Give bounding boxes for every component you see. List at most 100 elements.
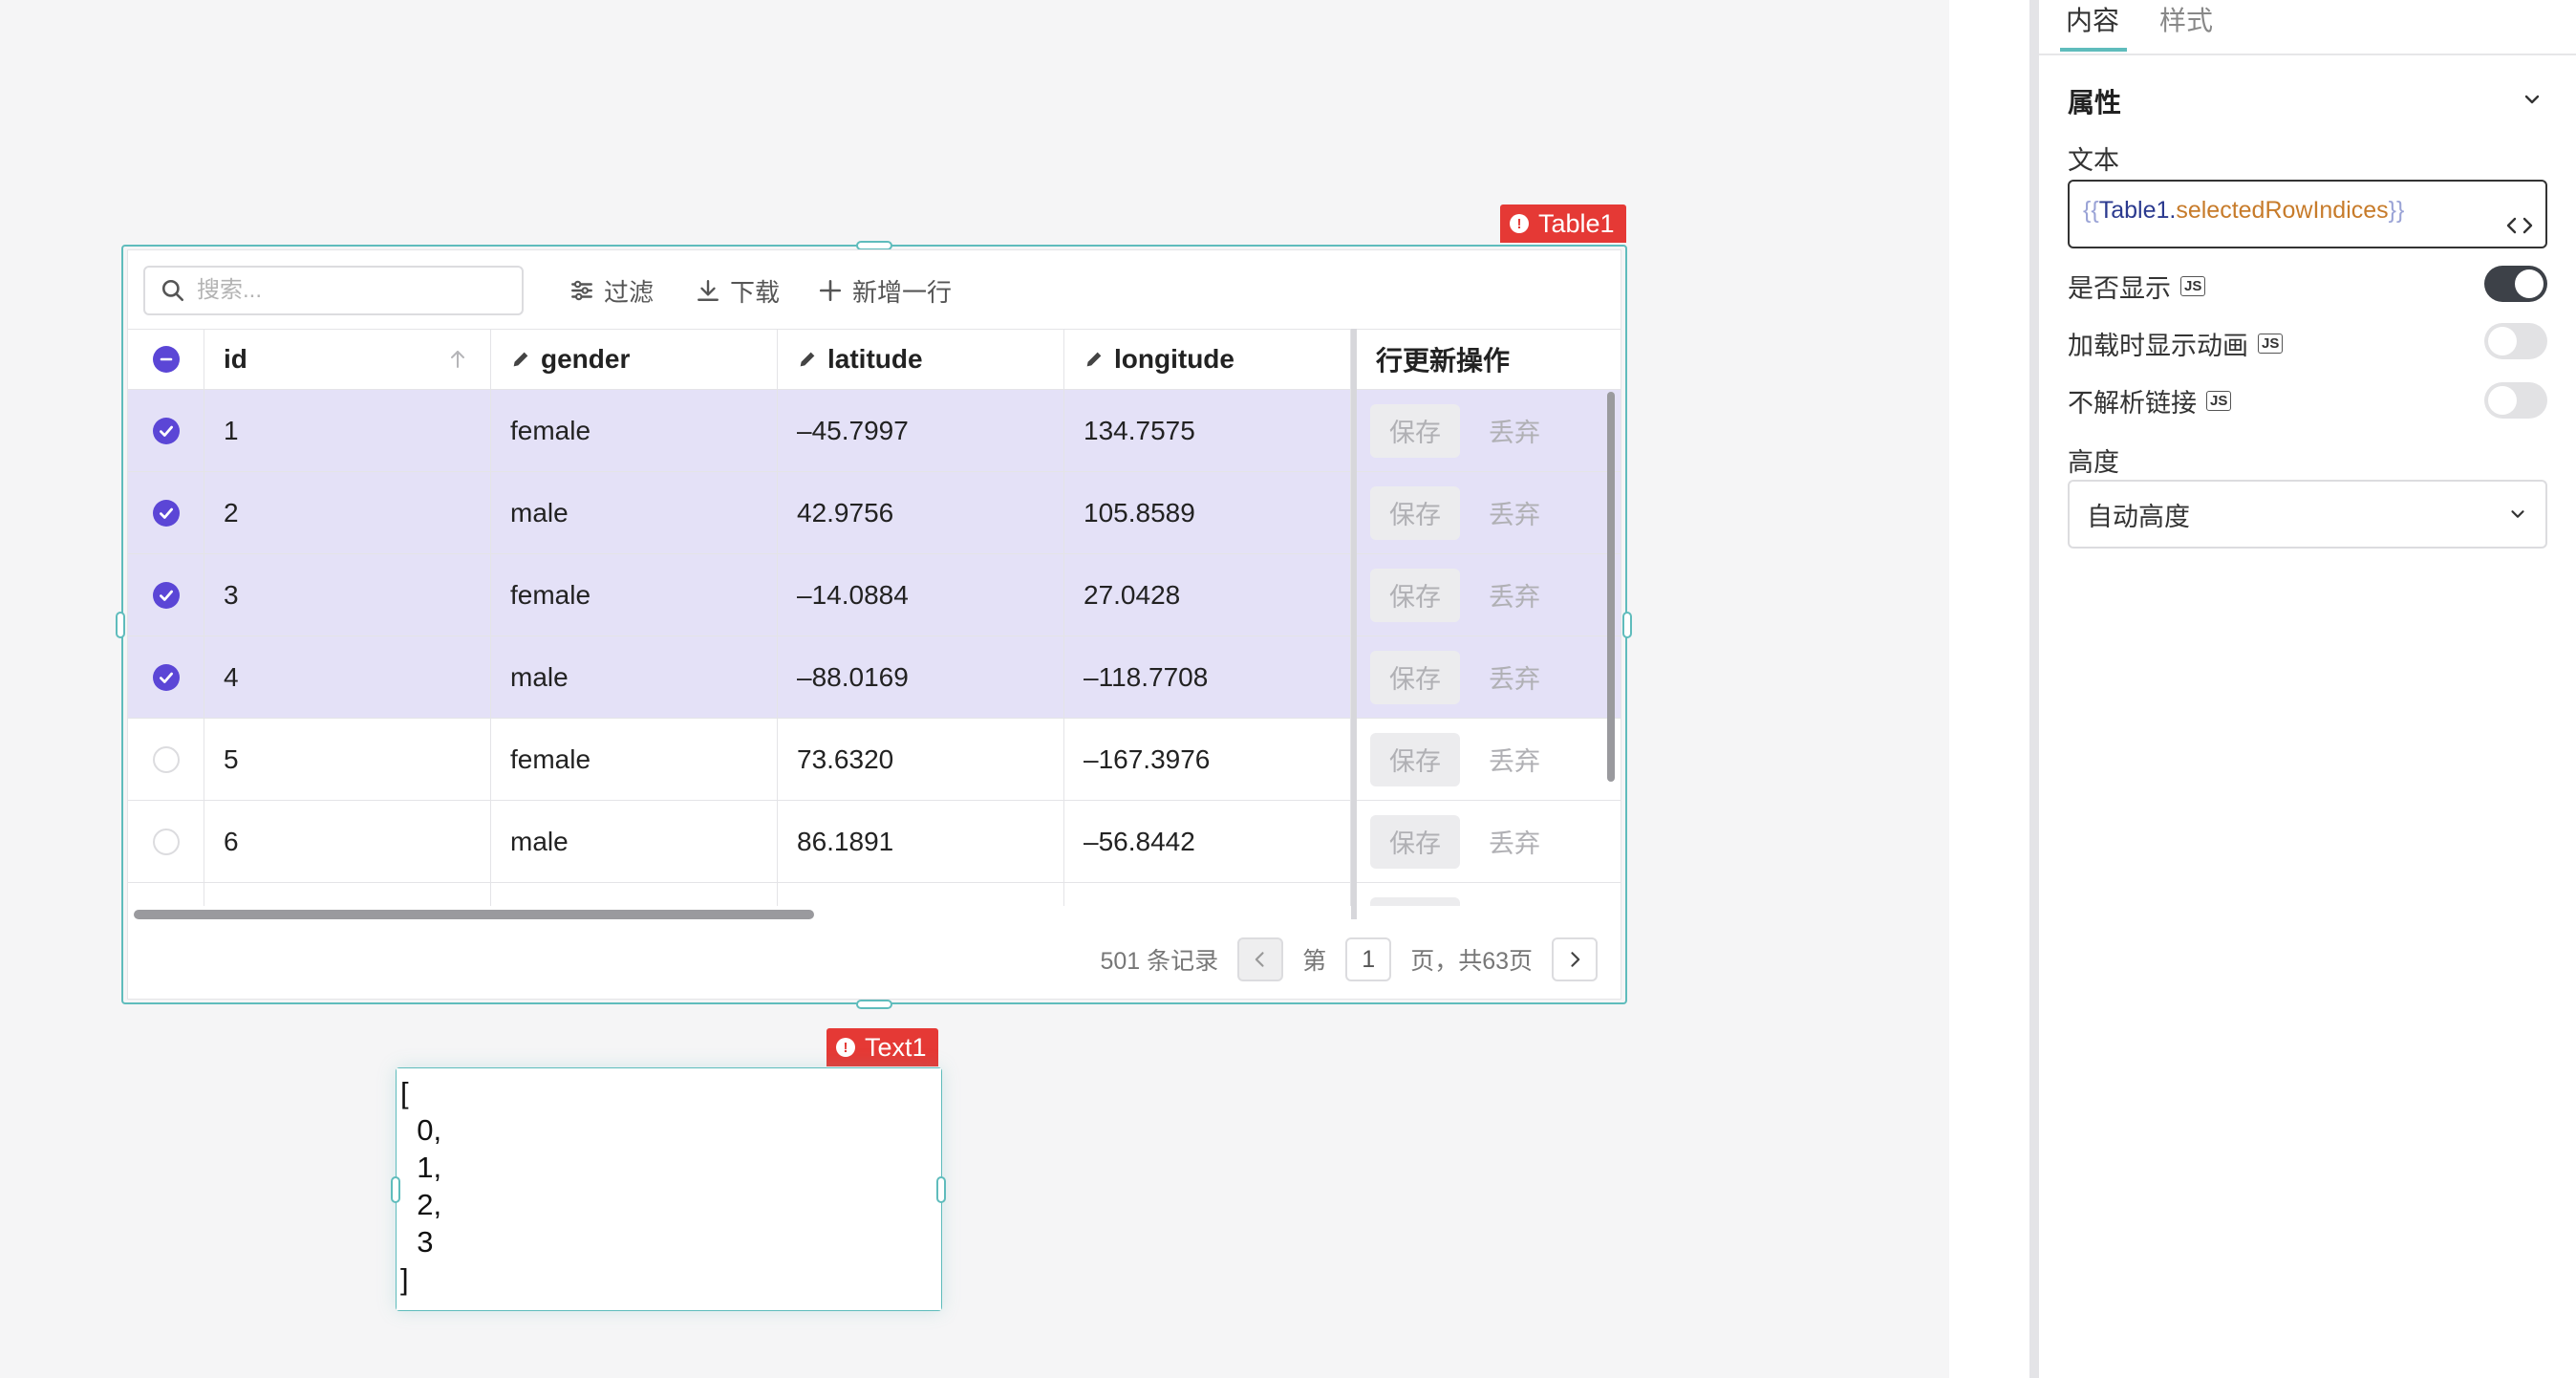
- column-header-latitude[interactable]: latitude: [778, 330, 1064, 389]
- js-toggle-badge[interactable]: JS: [2180, 276, 2206, 296]
- row-select-cell[interactable]: [128, 390, 204, 471]
- row-checkbox[interactable]: [153, 745, 180, 773]
- row-discard-button[interactable]: 丢弃: [1489, 658, 1540, 696]
- row-save-button[interactable]: 保存: [1370, 650, 1460, 704]
- download-button[interactable]: 下载: [696, 271, 780, 310]
- height-select[interactable]: 自动高度: [2068, 480, 2547, 549]
- table-cell-latitude[interactable]: –88.0169: [778, 636, 1064, 718]
- vertical-scrollbar[interactable]: [1607, 392, 1615, 782]
- table-cell-latitude[interactable]: 42.9756: [778, 472, 1064, 553]
- table-cell-id[interactable]: 6: [204, 801, 491, 882]
- row-checkbox[interactable]: [153, 828, 180, 855]
- visible-toggle[interactable]: [2484, 266, 2547, 302]
- table-cell-latitude[interactable]: –45.7997: [778, 390, 1064, 471]
- text-binding-input[interactable]: {{Table1.selectedRowIndices}}: [2068, 180, 2547, 248]
- row-checkbox[interactable]: [153, 581, 180, 609]
- row-checkbox[interactable]: [153, 663, 180, 691]
- row-save-button[interactable]: 保存: [1370, 732, 1460, 786]
- table-cell-longitude[interactable]: –56.8442: [1064, 801, 1351, 882]
- code-icon[interactable]: [2505, 214, 2534, 237]
- table-row[interactable]: 3 female –14.0884 27.0428 保存 丢弃: [128, 554, 1621, 636]
- table-cell-gender[interactable]: female: [491, 554, 778, 635]
- select-all-cell[interactable]: [128, 330, 204, 389]
- prev-page-button[interactable]: [1237, 937, 1284, 981]
- table-cell-latitude[interactable]: –14.0884: [778, 554, 1064, 635]
- no-link-toggle[interactable]: [2484, 382, 2547, 419]
- row-discard-button[interactable]: 丢弃: [1489, 494, 1540, 531]
- table-cell-gender[interactable]: male: [491, 636, 778, 718]
- column-header-gender[interactable]: gender: [491, 330, 778, 389]
- chevron-down-icon[interactable]: [2521, 88, 2544, 111]
- table-cell-id[interactable]: 5: [204, 719, 491, 800]
- panel-resize-bar[interactable]: [2029, 0, 2039, 1378]
- table-row[interactable]: 6 male 86.1891 –56.8442 保存 丢弃: [128, 801, 1621, 883]
- row-select-cell[interactable]: [128, 883, 204, 906]
- row-save-button[interactable]: 保存: [1370, 814, 1460, 869]
- page-number-input[interactable]: 1: [1345, 937, 1392, 981]
- row-select-cell[interactable]: [128, 719, 204, 800]
- row-checkbox[interactable]: [153, 417, 180, 444]
- row-checkbox[interactable]: [153, 499, 180, 527]
- resize-handle-right[interactable]: [1622, 612, 1632, 638]
- editor-canvas[interactable]: ! Table1 过滤 下载 新增一行: [0, 0, 1949, 1378]
- table-cell-longitude[interactable]: 87.6481: [1064, 883, 1351, 906]
- search-input[interactable]: [197, 277, 503, 304]
- table-cell-id[interactable]: 3: [204, 554, 491, 635]
- row-select-cell[interactable]: [128, 801, 204, 882]
- table-cell-gender[interactable]: male: [491, 472, 778, 553]
- table-cell-gender[interactable]: female: [491, 390, 778, 471]
- text-widget-tag[interactable]: ! Text1: [826, 1028, 938, 1066]
- loading-animation-toggle[interactable]: [2484, 323, 2547, 359]
- select-all-checkbox[interactable]: [153, 346, 180, 373]
- row-select-cell[interactable]: [128, 554, 204, 635]
- table-cell-id[interactable]: 4: [204, 636, 491, 718]
- table-cell-longitude[interactable]: –118.7708: [1064, 636, 1351, 718]
- resize-handle-bottom[interactable]: [856, 1000, 892, 1009]
- table-cell-longitude[interactable]: 134.7575: [1064, 390, 1351, 471]
- row-save-button[interactable]: 保存: [1370, 896, 1460, 906]
- table-cell-id[interactable]: 2: [204, 472, 491, 553]
- section-title-properties[interactable]: 属性: [2068, 82, 2121, 120]
- table-row[interactable]: 5 female 73.6320 –167.3976 保存 丢弃: [128, 719, 1621, 801]
- table-cell-gender[interactable]: female: [491, 719, 778, 800]
- row-select-cell[interactable]: [128, 472, 204, 553]
- table-body-viewport[interactable]: 1 female –45.7997 134.7575 保存 丢弃 2 male 42.9756 1…: [128, 390, 1621, 906]
- row-discard-button[interactable]: 丢弃: [1489, 823, 1540, 860]
- table-cell-gender[interactable]: male: [491, 801, 778, 882]
- row-discard-button[interactable]: 丢弃: [1489, 412, 1540, 449]
- tab-style[interactable]: 样式: [2159, 0, 2213, 38]
- table-cell-longitude[interactable]: 27.0428: [1064, 554, 1351, 635]
- next-page-button[interactable]: [1552, 937, 1598, 981]
- table-row[interactable]: 1 female –45.7997 134.7575 保存 丢弃: [128, 390, 1621, 472]
- row-discard-button[interactable]: 丢弃: [1489, 576, 1540, 614]
- table-cell-latitude[interactable]: 86.1891: [778, 801, 1064, 882]
- js-toggle-badge[interactable]: JS: [2206, 391, 2232, 411]
- add-row-button[interactable]: 新增一行: [818, 271, 952, 310]
- table-row[interactable]: 2 male 42.9756 105.8589 保存 丢弃: [128, 472, 1621, 554]
- column-header-id[interactable]: id: [204, 330, 491, 389]
- table-cell-latitude[interactable]: 73.6320: [778, 719, 1064, 800]
- sort-asc-icon[interactable]: [446, 348, 469, 371]
- text-widget[interactable]: [ 0, 1, 2, 3 ]: [397, 1068, 941, 1310]
- row-save-button[interactable]: 保存: [1370, 485, 1460, 540]
- row-discard-button[interactable]: 丢弃: [1489, 905, 1540, 906]
- table-cell-longitude[interactable]: –167.3976: [1064, 719, 1351, 800]
- text-resize-handle-right[interactable]: [936, 1176, 946, 1203]
- table-cell-id[interactable]: 1: [204, 390, 491, 471]
- table-row[interactable]: 7male–82.665487.6481 保存丢弃: [128, 883, 1621, 906]
- horizontal-scrollbar[interactable]: [134, 910, 814, 919]
- column-header-longitude[interactable]: longitude: [1064, 330, 1351, 389]
- filter-button[interactable]: 过滤: [569, 271, 654, 310]
- row-discard-button[interactable]: 丢弃: [1489, 741, 1540, 778]
- table-cell-longitude[interactable]: 105.8589: [1064, 472, 1351, 553]
- js-toggle-badge[interactable]: JS: [2258, 334, 2284, 354]
- table-widget-tag[interactable]: ! Table1: [1500, 205, 1626, 243]
- resize-handle-left[interactable]: [116, 612, 125, 638]
- table-cell-latitude[interactable]: –82.6654: [778, 883, 1064, 906]
- table-search[interactable]: [143, 266, 524, 315]
- row-save-button[interactable]: 保存: [1370, 568, 1460, 622]
- table-cell-id[interactable]: 7: [204, 883, 491, 906]
- row-save-button[interactable]: 保存: [1370, 403, 1460, 458]
- text-resize-handle-left[interactable]: [391, 1176, 400, 1203]
- table-row[interactable]: 4 male –88.0169 –118.7708 保存 丢弃: [128, 636, 1621, 719]
